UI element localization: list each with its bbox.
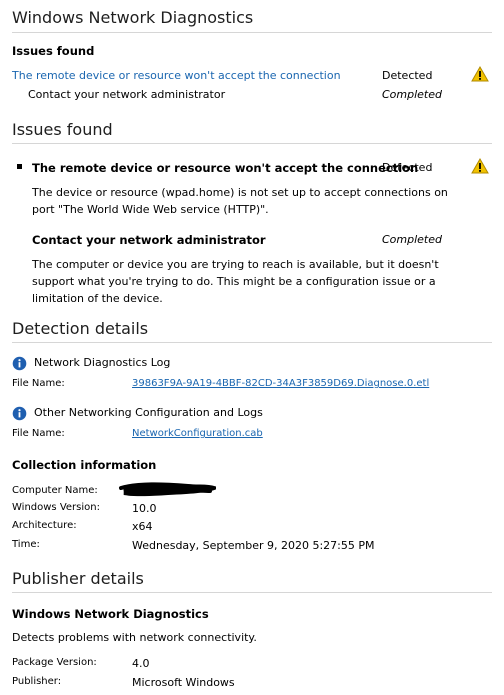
warning-icon <box>471 66 489 82</box>
bullet <box>17 164 22 169</box>
publisher-label: Publisher: <box>12 676 62 687</box>
action-status: Completed <box>382 233 442 246</box>
action-title: Contact your network administrator <box>32 233 266 247</box>
divider <box>12 592 492 593</box>
summary-issue-status: Detected <box>382 69 433 82</box>
summary-issue-link[interactable]: The remote device or resource won't acce… <box>12 69 341 82</box>
windows-version-value: 10.0 <box>132 502 157 515</box>
log-title: Network Diagnostics Log <box>34 356 171 369</box>
info-icon <box>12 356 27 371</box>
warning-icon <box>471 158 489 174</box>
divider <box>12 32 492 33</box>
package-version-value: 4.0 <box>132 657 150 670</box>
time-label: Time: <box>12 539 40 550</box>
summary-heading: Issues found <box>12 44 95 58</box>
issue-status: Detected <box>382 161 433 174</box>
config-file-label: File Name: <box>12 428 65 439</box>
publisher-heading: Publisher details <box>12 569 144 588</box>
config-title: Other Networking Configuration and Logs <box>34 406 263 419</box>
window-title: Windows Network Diagnostics <box>12 8 254 27</box>
summary-action-label: Contact your network administrator <box>28 88 226 101</box>
windows-version-label: Windows Version: <box>12 502 100 513</box>
log-file-link[interactable]: 39863F9A-9A19-4BBF-82CD-34A3F3859D69.Dia… <box>132 378 429 389</box>
log-file-label: File Name: <box>12 378 65 389</box>
publisher-value: Microsoft Windows <box>132 676 235 689</box>
architecture-label: Architecture: <box>12 520 77 531</box>
config-file-link[interactable]: NetworkConfiguration.cab <box>132 428 263 439</box>
divider <box>12 143 492 144</box>
collection-heading: Collection information <box>12 458 157 472</box>
action-description: The computer or device you are trying to… <box>32 258 439 305</box>
package-version-label: Package Version: <box>12 657 97 668</box>
detection-heading: Detection details <box>12 319 149 338</box>
info-icon <box>12 406 27 421</box>
publisher-name: Windows Network Diagnostics <box>12 607 209 621</box>
architecture-value: x64 <box>132 520 153 533</box>
divider <box>12 342 492 343</box>
computer-name-label: Computer Name: <box>12 485 98 496</box>
time-value: Wednesday, September 9, 2020 5:27:55 PM <box>132 539 375 552</box>
issue-title: The remote device or resource won't acce… <box>32 161 419 175</box>
publisher-description: Detects problems with network connectivi… <box>12 631 257 644</box>
redaction-scribble <box>119 482 216 497</box>
summary-action-status: Completed <box>382 88 442 101</box>
issue-description: The device or resource (wpad.home) is no… <box>32 186 448 216</box>
issues-heading: Issues found <box>12 120 113 139</box>
